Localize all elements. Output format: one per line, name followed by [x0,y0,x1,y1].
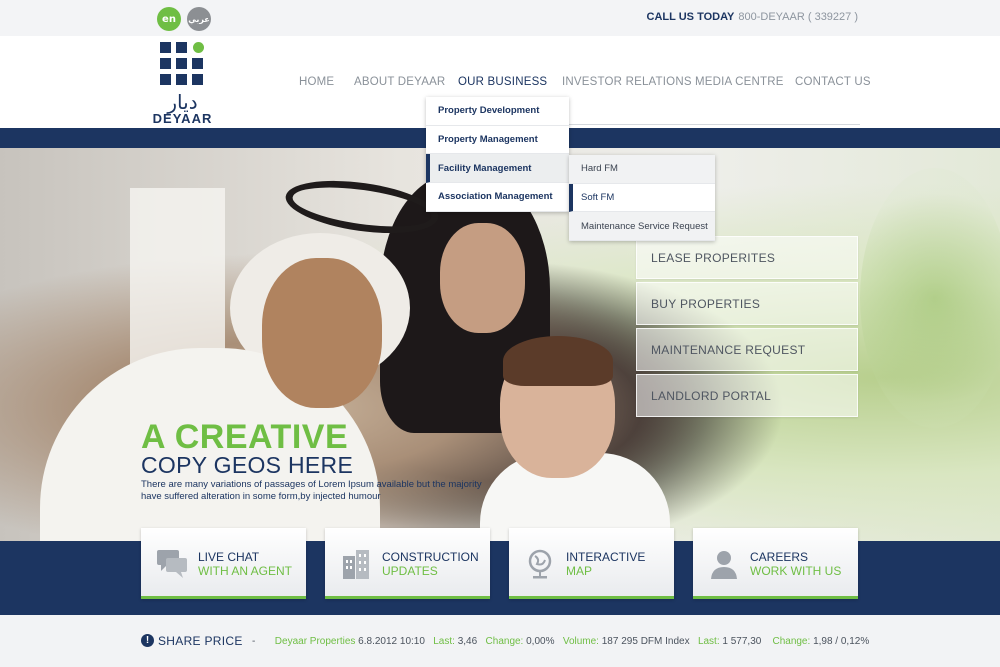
alert-icon: ! [141,634,154,647]
ticker-company[interactable]: Deyaar Properties [275,636,356,647]
logo-square [192,58,203,69]
hero-body-text: There are many variations of passages of… [141,479,482,502]
card-subtitle: WORK WITH US [750,564,842,578]
nav-home[interactable]: HOME [299,76,334,88]
logo-square [176,74,187,85]
quick-link-landlord[interactable]: LANDLORD PORTAL [636,374,858,417]
ticker-index-name: DFM Index [640,636,690,647]
deyaar-logo[interactable]: ديار DEYAAR [140,42,230,126]
ticker-last-value: 3,46 [457,636,478,647]
logo-square [160,74,171,85]
card-subtitle: WITH AN AGENT [198,564,293,578]
menu-item-property-development[interactable]: Property Development [426,97,569,126]
nav-our-business[interactable]: OUR BUSINESS [458,76,547,88]
ticker-datetime: 6.8.2012 10:10 [358,636,425,647]
share-price-label: SHARE PRICE [158,634,243,648]
hero-woman-face [440,223,525,333]
menu-item-property-management[interactable]: Property Management [426,126,569,155]
nav-investor-relations[interactable]: INVESTOR RELATIONS [562,76,692,88]
logo-square [176,58,187,69]
ticker-change-label: Change: [485,636,524,647]
call-us: CALL US TODAY 800-DEYAAR ( 339227 ) [647,11,858,23]
language-arabic-button[interactable]: عربي [187,7,211,31]
hero-man-face [262,258,382,408]
card-title: INTERACTIVE [566,550,646,564]
building-icon [343,550,369,579]
logo-square [176,42,187,53]
ticker-change-value: 0,00% [526,636,555,647]
submenu-item-maintenance-request[interactable]: Maintenance Service Request [569,212,715,242]
submenu-item-hard-fm[interactable]: Hard FM [569,155,715,184]
call-us-label: CALL US TODAY [646,11,735,23]
logo-dot [193,42,204,53]
menu-item-association-management[interactable]: Association Management [426,183,569,212]
logo-square [192,74,203,85]
card-careers[interactable]: CAREERS WORK WITH US [693,528,858,599]
ticker-index-last-label: Last: [697,636,720,647]
menu-item-facility-management[interactable]: Facility Management [426,154,569,184]
nav-about[interactable]: ABOUT DEYAAR [354,76,445,88]
ticker-volume-label: Volume: [562,636,599,647]
call-us-number[interactable]: 800-DEYAAR ( 339227 ) [738,11,858,23]
ticker-index-last-value: 1 577,30 [722,636,762,647]
globe-icon [528,549,552,579]
ticker-volume-value: 187 295 [601,636,638,647]
business-dropdown: Property Development Property Management… [426,97,569,212]
hero-plant [860,168,1000,428]
ticker-index-change-label: Change: [772,636,811,647]
card-title: LIVE CHAT [198,550,260,564]
card-live-chat[interactable]: LIVE CHAT WITH AN AGENT [141,528,306,599]
quick-link-lease[interactable]: LEASE PROPERITES [636,236,858,279]
card-title: CAREERS [750,550,809,564]
card-subtitle: MAP [566,564,593,578]
person-icon [711,551,737,579]
facility-submenu: Hard FM Soft FM Maintenance Service Requ… [569,155,715,242]
logo-wordmark: DEYAAR [152,111,213,126]
card-interactive-map[interactable]: INTERACTIVE MAP [509,528,674,599]
logo-arabic-text: ديار [167,90,198,114]
share-ticker: - Deyaar Properties 6.8.2012 10:10 Last:… [252,636,869,647]
quick-link-maintenance[interactable]: MAINTENANCE REQUEST [636,328,858,371]
ticker-index-change-value: 1,98 / 0,12% [813,636,870,647]
nav-media-centre[interactable]: MEDIA CENTRE [695,76,784,88]
card-title: CONSTRUCTION [382,550,479,564]
submenu-item-soft-fm[interactable]: Soft FM [569,183,715,213]
chat-icon [157,550,187,578]
ticker-last-label: Last: [433,636,455,647]
logo-square [160,58,171,69]
hero-child-hair [503,336,613,386]
language-english-button[interactable]: en [157,7,181,31]
card-construction-updates[interactable]: CONSTRUCTION UPDATES [325,528,490,599]
nav-contact[interactable]: CONTACT US [795,76,871,88]
card-subtitle: UPDATES [382,564,438,578]
ticker-dash: - [252,636,256,647]
logo-square [160,42,171,53]
hero-subheadline: COPY GEOS HERE [141,452,354,478]
quick-link-buy[interactable]: BUY PROPERTIES [636,282,858,325]
